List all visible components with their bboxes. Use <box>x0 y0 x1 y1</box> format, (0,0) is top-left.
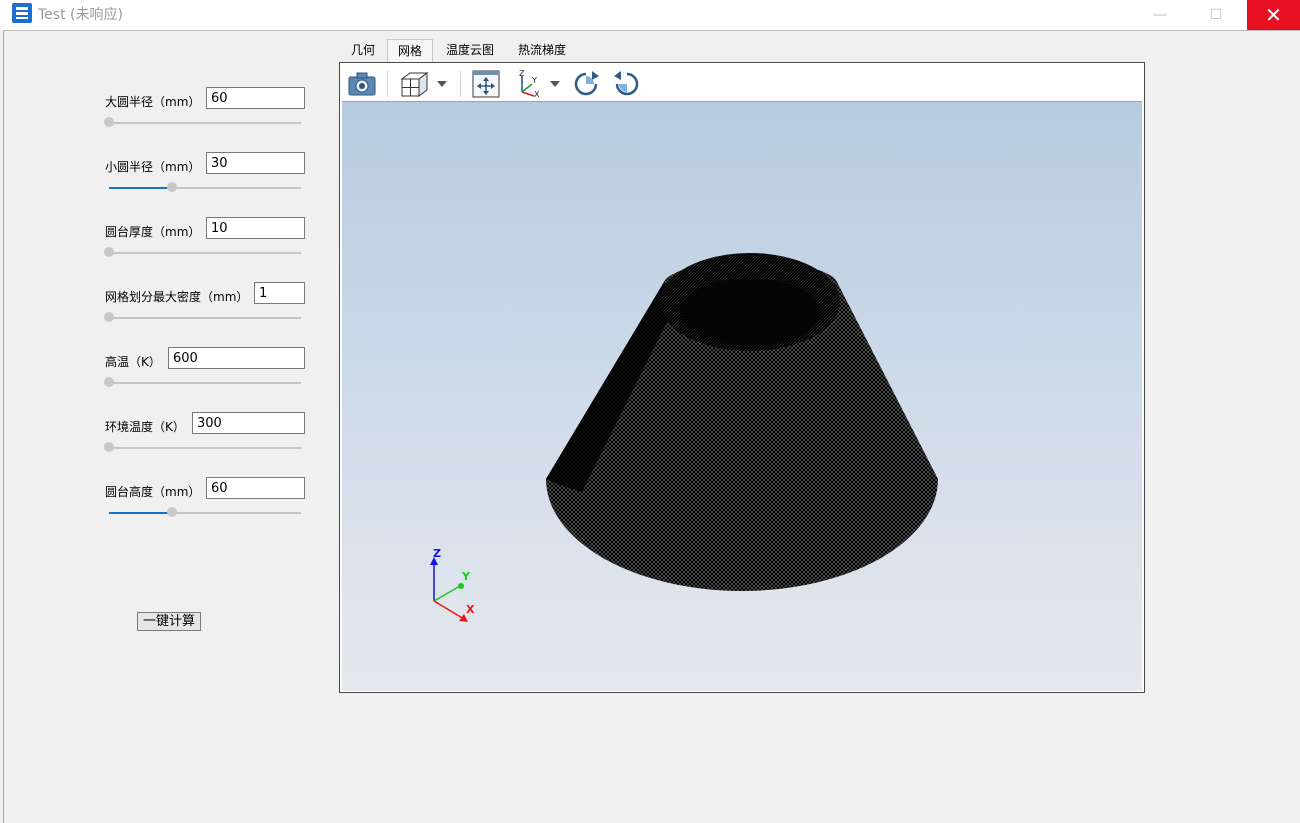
title-bar: Test (未响应) — ☐ ✕ <box>0 0 1300 30</box>
orientation-triad: Z Y X <box>430 547 475 622</box>
height-slider[interactable] <box>109 507 301 517</box>
thickness-label: 圆台厚度（mm） <box>105 225 201 239</box>
high-temp-slider[interactable] <box>104 377 301 387</box>
triad-y-label: Y <box>461 570 471 583</box>
rotate-cw-button[interactable] <box>570 69 602 99</box>
calculate-button[interactable]: 一键计算 <box>137 612 201 631</box>
rotate-ccw-icon <box>614 71 639 96</box>
slider-thumb[interactable] <box>104 117 114 127</box>
tab-heat-flux[interactable]: 热流梯度 <box>508 39 576 62</box>
view-cube-dropdown[interactable] <box>398 69 450 99</box>
small-radius-input[interactable] <box>206 152 305 174</box>
ambient-temp-label: 环境温度（K） <box>105 420 185 434</box>
window-title: Test (未响应) <box>38 7 123 23</box>
triad-x-label: X <box>466 603 475 616</box>
slider-thumb[interactable] <box>167 182 178 192</box>
height-input[interactable] <box>206 477 305 499</box>
slider-fill <box>109 512 173 514</box>
large-radius-slider[interactable] <box>104 117 301 127</box>
render-canvas[interactable]: Z Y X <box>342 102 1142 691</box>
mesh-scene: Z Y X <box>430 253 938 622</box>
axes-orientation-icon: Z Y X <box>519 70 540 98</box>
fit-view-button[interactable] <box>470 69 502 99</box>
slider-thumb[interactable] <box>167 507 178 517</box>
mesh-density-slider[interactable] <box>104 312 301 322</box>
toolbar-separator <box>387 71 388 97</box>
tab-geometry[interactable]: 几何 <box>340 39 386 62</box>
screenshot-button[interactable] <box>346 69 378 99</box>
close-icon: ✕ <box>1265 3 1282 27</box>
slider-thumb[interactable] <box>104 442 114 452</box>
minimize-button[interactable]: — <box>1137 0 1183 30</box>
app-icon <box>12 3 32 23</box>
window-divider <box>3 30 1300 31</box>
maximize-icon: ☐ <box>1209 7 1223 23</box>
fit-view-icon <box>472 70 500 98</box>
ambient-temp-input[interactable] <box>192 412 305 434</box>
ambient-temp-slider[interactable] <box>104 442 301 452</box>
high-temp-input[interactable] <box>168 347 305 369</box>
close-button[interactable]: ✕ <box>1247 0 1300 30</box>
mesh-density-input[interactable] <box>254 282 305 304</box>
svg-text:Y: Y <box>531 76 537 85</box>
minimize-icon: — <box>1153 7 1167 23</box>
frustum-mesh-top-inner <box>680 278 820 346</box>
chevron-down-icon <box>437 81 447 87</box>
viewer-toolbar: Z Y X <box>342 65 1142 102</box>
slider-thumb[interactable] <box>104 377 114 387</box>
mesh-density-label: 网格划分最大密度（mm） <box>105 290 249 304</box>
axes-view-dropdown[interactable]: Z Y X <box>514 69 562 99</box>
svg-text:X: X <box>534 90 540 98</box>
small-radius-label: 小圆半径（mm） <box>105 160 201 174</box>
maximize-button[interactable]: ☐ <box>1193 0 1239 30</box>
slider-fill <box>109 187 173 189</box>
chevron-down-icon <box>550 81 560 87</box>
large-radius-input[interactable] <box>206 87 305 109</box>
svg-text:Z: Z <box>519 70 525 78</box>
window-border <box>0 30 4 823</box>
tab-temperature-contour[interactable]: 温度云图 <box>436 39 504 62</box>
cube-view-icon <box>400 72 429 97</box>
small-radius-slider[interactable] <box>109 182 301 192</box>
rotate-ccw-button[interactable] <box>611 69 643 99</box>
mesh-viewer: Z Y X Z Y X <box>339 62 1145 693</box>
tab-mesh[interactable]: 网格 <box>387 39 433 62</box>
triad-z-label: Z <box>433 547 441 560</box>
thickness-input[interactable] <box>206 217 305 239</box>
large-radius-label: 大圆半径（mm） <box>105 95 201 109</box>
height-label: 圆台高度（mm） <box>105 485 201 499</box>
high-temp-label: 高温（K） <box>105 355 161 369</box>
toolbar-separator <box>460 71 461 97</box>
thickness-slider[interactable] <box>104 247 301 257</box>
rotate-cw-icon <box>574 71 599 96</box>
camera-icon <box>348 72 376 96</box>
slider-thumb[interactable] <box>104 312 114 322</box>
slider-thumb[interactable] <box>104 247 114 257</box>
